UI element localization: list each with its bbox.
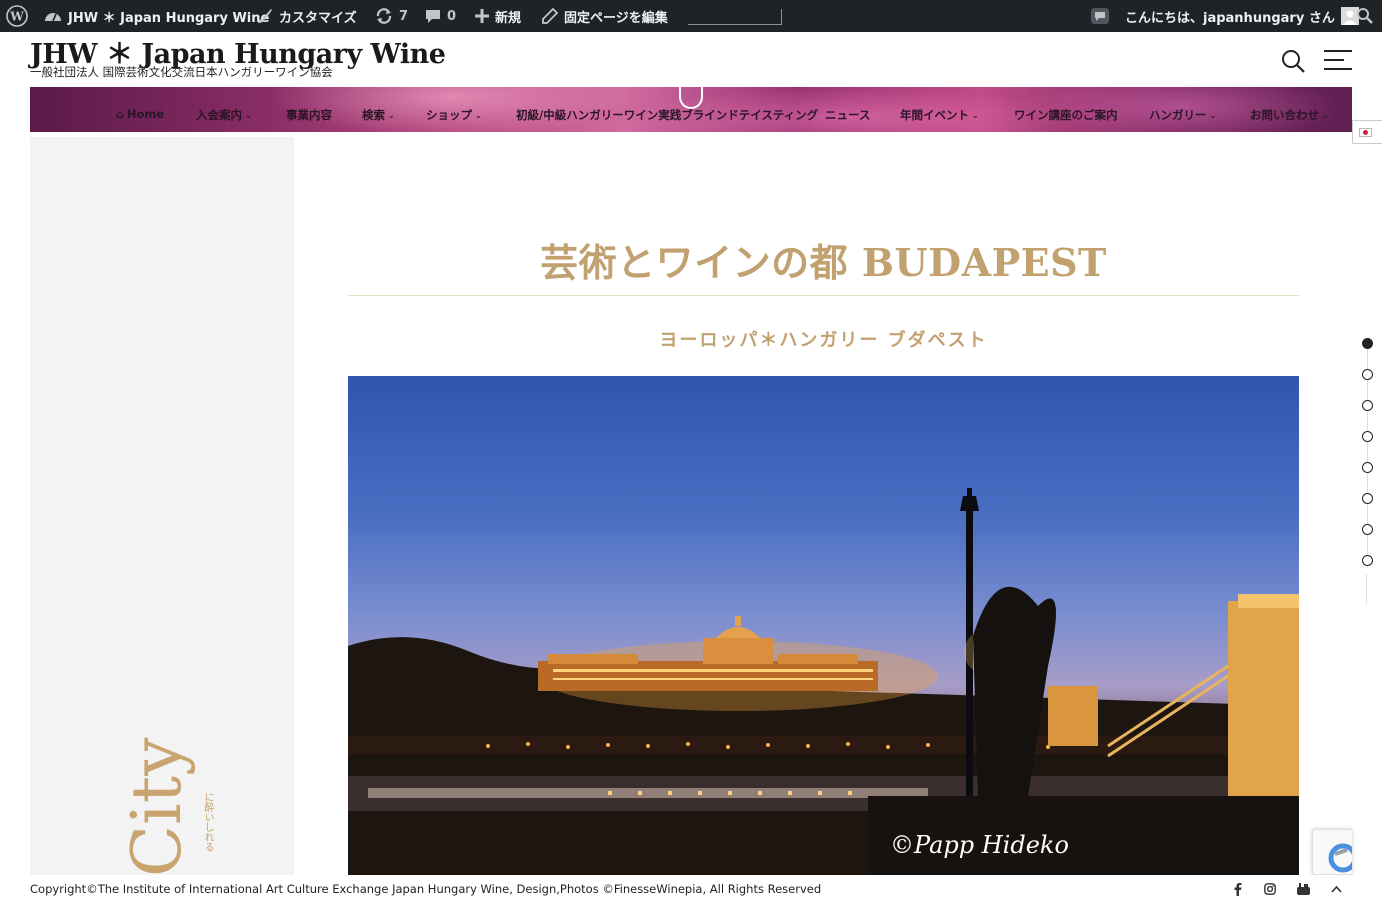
chevron-down-icon: ⌄	[388, 110, 395, 120]
dot-nav-item[interactable]	[1362, 493, 1373, 504]
nav-item-events[interactable]: 年間イベント ⌄	[900, 107, 979, 123]
nav-item-blind-tasting[interactable]: 初級/中級ハンガリーワイン実践ブラインドテイスティング	[516, 107, 818, 123]
updates-icon	[376, 8, 392, 24]
chevron-down-icon: ⌄	[475, 110, 482, 120]
dot-nav-item[interactable]	[1362, 431, 1373, 442]
page-title: 芸術とワインの都 BUDAPEST	[540, 240, 1107, 285]
edit-page-label: 固定ページを編集	[564, 10, 668, 26]
dot-nav-item[interactable]	[1362, 400, 1373, 411]
chevron-down-icon: ⌄	[1209, 110, 1217, 120]
dashboard-icon	[45, 13, 61, 22]
nav-item-label: 検索	[362, 108, 385, 122]
brush-icon	[258, 9, 272, 23]
speech-bubble-icon	[1091, 8, 1109, 24]
dot-nav-extension	[1366, 574, 1382, 604]
nav-item-contact[interactable]: お問い合わせ ⌄	[1250, 107, 1329, 123]
nav-item-shop[interactable]: ショップ ⌄	[426, 107, 482, 123]
photo-credit: ©Papp Hideko	[890, 831, 1069, 859]
page-subtitle: ヨーロッパ＊ハンガリー ブダペスト	[659, 330, 988, 351]
nav-item-membership[interactable]: 入会案内 ⌄	[196, 107, 252, 123]
nav-item-home[interactable]: ⌂ Home	[116, 107, 164, 121]
footer: Copyright©The Institute of International…	[0, 875, 1382, 905]
updates-count: 7	[399, 8, 409, 24]
budapest-night-photo	[348, 376, 1299, 875]
nav-item-label: 事業内容	[286, 108, 332, 122]
admin-bar-new[interactable]: 新規	[475, 0, 521, 32]
nav-item-label: Home	[126, 107, 165, 121]
nav-item-label: 初級/中級ハンガリーワイン実践ブラインドテイスティング	[516, 108, 819, 122]
nav-item-label: ワイン講座のご案内	[1014, 108, 1118, 122]
dot-nav-item[interactable]	[1362, 524, 1373, 535]
dot-nav-item[interactable]	[1362, 555, 1373, 566]
chevron-down-icon: ⌄	[1322, 110, 1329, 120]
japan-flag-icon	[1359, 127, 1372, 137]
section-dot-nav	[1362, 338, 1374, 568]
hamburger-menu-icon[interactable]	[1322, 48, 1354, 72]
wordpress-logo-icon[interactable]: W	[6, 0, 28, 32]
admin-bar-updates[interactable]: 7	[375, 0, 408, 32]
sidebar-vertical-title: City	[118, 737, 197, 875]
dot-nav-item[interactable]	[1362, 462, 1373, 473]
admin-bar-comments[interactable]: 0	[425, 0, 456, 32]
nav-item-wine-course[interactable]: ワイン講座のご案内	[1014, 107, 1118, 123]
admin-bar-account[interactable]: こんにちは、japanhungary さん	[1125, 0, 1359, 32]
nav-item-label: ニュース	[825, 108, 871, 122]
recaptcha-badge[interactable]	[1312, 829, 1352, 875]
admin-bar-edit-page[interactable]: 固定ページを編集	[542, 0, 668, 32]
admin-bar-blank-item[interactable]	[688, 9, 782, 25]
admin-bar-site-name[interactable]: JHW ＊ Japan Hungary Wine	[44, 0, 269, 32]
title-divider	[348, 295, 1299, 296]
pencil-icon	[542, 8, 558, 24]
chevron-down-icon: ⌄	[245, 110, 252, 120]
nav-item-news[interactable]: ニュース	[825, 107, 870, 123]
nav-item-label: 入会案内	[196, 108, 242, 122]
dot-nav-item[interactable]	[1362, 338, 1373, 349]
youtube-icon[interactable]	[1295, 881, 1311, 897]
nav-item-label: ショップ	[426, 108, 472, 122]
home-icon: ⌂	[116, 107, 124, 121]
recaptcha-icon	[1328, 843, 1352, 873]
nav-item-label: 年間イベント	[900, 108, 969, 122]
comments-count: 0	[447, 8, 457, 24]
comment-icon	[426, 10, 440, 23]
svg-text:W: W	[9, 10, 24, 24]
nav-item-business[interactable]: 事業内容	[286, 107, 332, 123]
admin-bar-notification[interactable]	[1090, 0, 1110, 32]
nav-item-search[interactable]: 検索 ⌄	[362, 107, 395, 123]
back-to-top-icon[interactable]	[1328, 881, 1344, 897]
site-tagline: 一般社団法人 国際芸術文化交流日本ハンガリーワイン協会	[30, 65, 333, 79]
admin-bar-search-icon[interactable]	[1356, 0, 1374, 32]
admin-bar: W JHW ＊ Japan Hungary Wine カスタマイズ 7 0 新規…	[0, 0, 1382, 32]
site-name-label: JHW ＊ Japan Hungary Wine	[68, 10, 270, 26]
facebook-icon[interactable]	[1230, 881, 1246, 897]
nav-scroll-handle[interactable]	[679, 87, 703, 109]
chevron-down-icon: ⌄	[972, 110, 979, 120]
nav-item-hungary[interactable]: ハンガリー ⌄	[1149, 107, 1216, 123]
sidebar-vertical-subtitle: に酔いしれる	[202, 792, 213, 852]
search-icon[interactable]	[1280, 48, 1306, 74]
greeting-label: こんにちは、japanhungary さん	[1125, 10, 1335, 26]
plus-icon	[475, 9, 489, 23]
main-navigation: ⌂ Home 入会案内 ⌄ 事業内容 検索 ⌄ ショップ ⌄ 初級/中級ハンガリーワイ…	[30, 87, 1352, 132]
dot-nav-item[interactable]	[1362, 369, 1373, 380]
new-label: 新規	[495, 10, 522, 26]
admin-bar-customize[interactable]: カスタマイズ	[257, 0, 357, 32]
nav-item-label: ハンガリー	[1149, 108, 1207, 122]
sidebar: City に酔いしれる	[30, 137, 294, 875]
instagram-icon[interactable]	[1262, 881, 1278, 897]
copyright-text: Copyright©The Institute of International…	[30, 882, 822, 896]
language-switcher[interactable]	[1352, 120, 1382, 144]
customize-label: カスタマイズ	[279, 10, 357, 26]
nav-item-label: お問い合わせ	[1250, 108, 1319, 122]
